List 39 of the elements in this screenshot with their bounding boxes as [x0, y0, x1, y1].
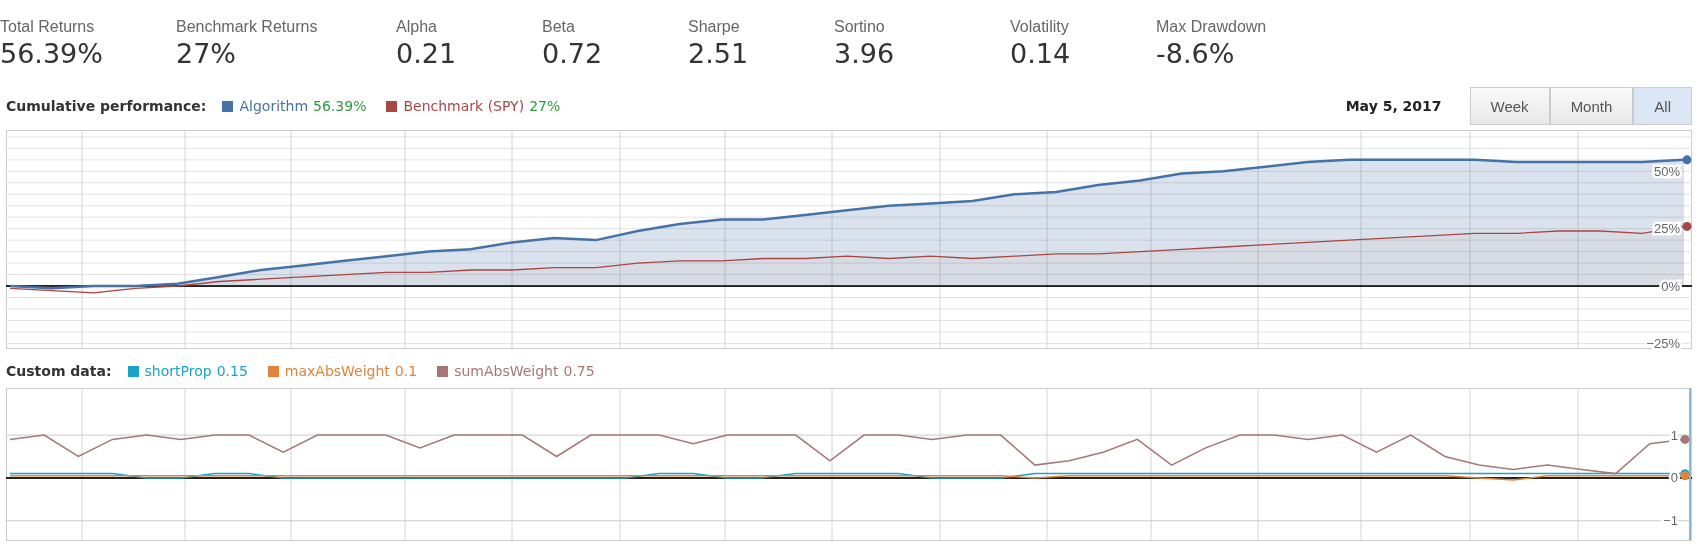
legend-value: 56.39% [313, 98, 367, 114]
end-marker [1680, 434, 1690, 444]
legend-value: 0.15 [216, 363, 248, 379]
date-label: May 5, 2017 [1345, 98, 1442, 114]
stat-value: 2.51 [688, 38, 750, 69]
stat-value: 0.72 [542, 38, 604, 69]
axis-tick-label: 50% [1653, 163, 1680, 179]
stat-label: Sortino [834, 18, 886, 36]
stat-label: Max Drawdown [1156, 18, 1268, 36]
legend-value: 27% [529, 98, 561, 114]
range-tab[interactable]: Month [1549, 87, 1634, 125]
stat-label: Alpha [396, 18, 438, 36]
end-marker [1682, 221, 1692, 231]
end-marker [1682, 155, 1692, 165]
stat-label: Volatility [1010, 18, 1070, 36]
range-tab[interactable]: All [1633, 87, 1692, 125]
stat-value: -8.6% [1156, 38, 1236, 69]
legend-label[interactable]: sumAbsWeight [454, 363, 559, 379]
stat-label: Sharpe [688, 18, 741, 36]
legend-label[interactable]: Algorithm [239, 98, 309, 114]
axis-tick-label: 0 [1670, 470, 1678, 486]
range-tab[interactable]: Week [1469, 87, 1550, 125]
legend-label[interactable]: Benchmark (SPY) [403, 98, 525, 114]
stat-label: Total Returns [0, 18, 96, 36]
legend-value: 0.75 [563, 363, 595, 379]
stat-value: 3.96 [834, 38, 896, 69]
stat-value: 0.14 [1010, 38, 1072, 69]
stat-value: 27% [176, 38, 237, 69]
axis-tick-label: −1 [1663, 513, 1678, 529]
stat-label: Benchmark Returns [176, 18, 319, 36]
legend-label[interactable]: shortProp [144, 363, 212, 379]
legend-value: 0.1 [394, 363, 418, 379]
chart-title: Custom data: [6, 363, 112, 379]
chart-title: Cumulative performance: [6, 98, 207, 114]
stat-value: 56.39% [0, 38, 104, 69]
axis-tick-label: −25% [1646, 335, 1680, 350]
stat-label: Beta [542, 18, 576, 36]
stat-value: 0.21 [396, 38, 458, 69]
axis-tick-label: 1 [1670, 427, 1678, 443]
